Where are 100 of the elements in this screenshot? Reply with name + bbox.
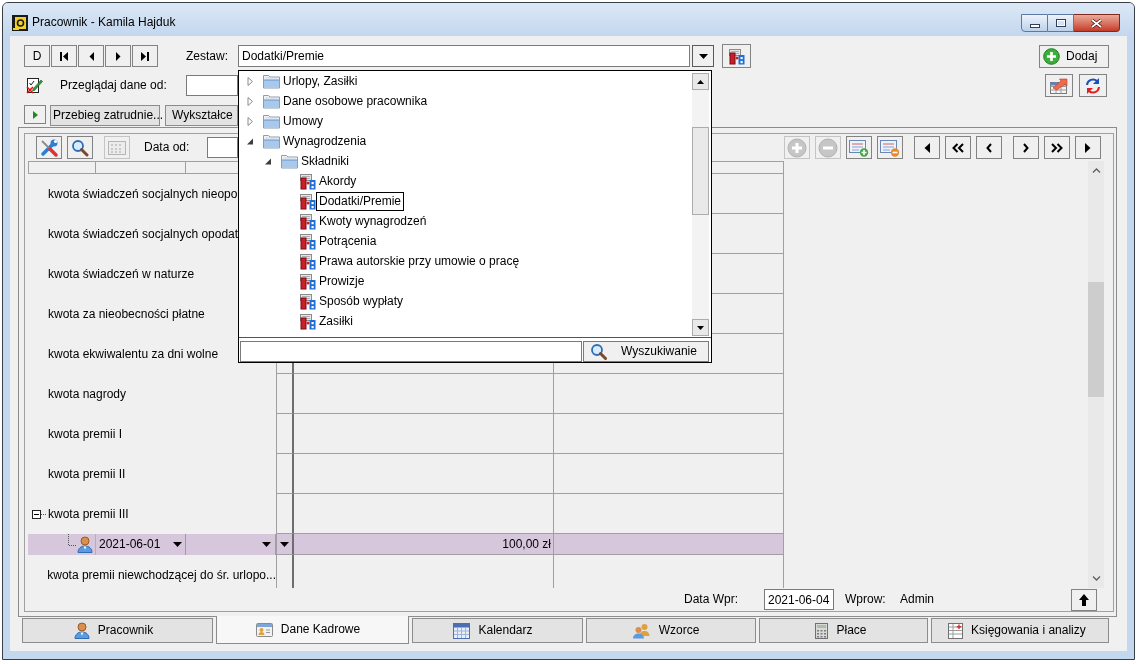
first-page-button[interactable] [914,136,940,159]
row-label: kwota za nieobecności płatne [48,306,205,322]
bottom-tab[interactable]: Kalendarz [412,618,583,643]
date-field[interactable] [207,137,238,158]
set-button[interactable] [722,44,751,68]
play-button[interactable] [24,105,46,124]
row-label: kwota premii I [48,426,123,442]
blocks-icon [728,47,745,65]
maximize-button[interactable] [1048,14,1074,32]
grid-row[interactable]: 2021-06-01 100,00 zł [28,534,784,555]
close-button[interactable] [1074,14,1120,32]
add-row-button[interactable] [846,136,872,159]
blocks-icon [299,292,316,310]
id-card-icon [255,621,273,638]
entry-date-field[interactable]: 2021-06-04 [764,589,834,610]
tree-item[interactable]: Zasiłki [316,311,356,331]
bottom-tab[interactable]: Dane Kadrowe [216,616,409,644]
caret-down-icon [698,53,708,59]
set-combobox[interactable]: Dodatki/Premie [238,45,690,67]
plus-circle-icon [1043,48,1060,65]
tree-item[interactable]: Urlopy, Zasiłki [280,71,361,91]
calculator-icon [815,622,829,639]
tree-item[interactable]: Akordy [316,171,360,191]
section-tab[interactable]: Wykształce [165,105,238,126]
entry-date-label: Data Wpr: [684,592,738,607]
add-button[interactable]: Dodaj [1039,45,1109,68]
row-label: kwota premii niewchodzącej do śr. urlopo... [47,567,276,583]
mode-button[interactable]: D [24,45,50,67]
scrollbar-thumb[interactable] [692,127,709,215]
browse-from-label: Przeglądaj dane od: [60,77,167,93]
bottom-tab[interactable]: Księgowania i analizy [931,618,1109,643]
remove-row-button[interactable] [877,136,903,159]
minimize-icon [1029,23,1040,28]
set-label: Zestaw: [186,48,228,64]
row-label: kwota świadczeń w naturze [48,266,195,282]
caret-down-icon [173,542,182,547]
scrollbar-thumb[interactable] [1088,282,1104,397]
triangle-left-icon [88,51,94,61]
double-chevron-right-icon [1051,142,1063,153]
tree-item[interactable]: Dane osobowe pracownika [280,91,431,111]
tree-item[interactable]: Kwoty wynagrodzeń [316,211,430,231]
ledger-icon [948,622,963,639]
first-record-button[interactable] [51,45,77,67]
triangle-up-icon [697,79,704,84]
dropdown-button[interactable] [692,45,714,67]
minimize-button[interactable] [1021,14,1048,32]
tree-item[interactable]: Sposób wypłaty [316,291,407,311]
fast-forward-button[interactable] [1044,136,1070,159]
previous-record-button[interactable] [78,45,104,67]
scroll-top-button[interactable] [1071,588,1097,611]
last-record-button[interactable] [132,45,158,67]
blocks-icon [299,192,316,210]
blocks-icon [299,272,316,290]
scrollbar[interactable] [692,73,709,336]
tree-connector-icon [68,534,76,546]
tree-item[interactable]: Prawa autorskie przy umowie o pracę [316,251,523,271]
tree-expander-icon[interactable] [247,136,254,146]
date-field[interactable] [186,74,238,96]
entered-by-label: Wprow: [845,592,886,607]
tree-item[interactable]: Dodatki/Premie [316,191,405,211]
back-button[interactable] [976,136,1002,159]
search-button[interactable]: Wyszukiwanie [583,341,709,362]
window-title: Pracownik - Kamila Hajduk [32,15,176,30]
entered-by-value: Admin [900,592,934,607]
scrollbar[interactable] [1088,161,1104,588]
column-header [28,161,96,174]
collapse-box-icon[interactable] [32,509,47,519]
triangle-right-icon [115,51,121,61]
row-label: kwota premii II [48,466,126,482]
bottom-tab[interactable]: Pracownik [22,618,213,643]
tree-item[interactable]: Umowy [280,111,326,131]
next-record-button[interactable] [105,45,131,67]
row-label: kwota ekwiwalentu za dni wolne [48,346,219,362]
tree-item[interactable]: Składniki [298,151,353,171]
triangle-right-icon [1085,142,1091,153]
tree-item[interactable]: Prowizje [316,271,368,291]
search-field[interactable] [240,341,582,362]
person-icon [73,622,90,639]
tools-button[interactable] [36,136,62,159]
section-tab[interactable]: Przebieg zatrudnie... [50,105,160,126]
fast-back-button[interactable] [945,136,971,159]
date-from-label: Data od: [144,140,190,155]
tree-expander-icon[interactable] [265,156,272,166]
close-icon [1091,18,1102,28]
table-cell [276,374,294,414]
last-page-button[interactable] [1075,136,1101,159]
bottom-tab[interactable]: Wzorce [586,618,756,643]
tree-item[interactable]: Potrącenia [316,231,380,251]
plus-circle-icon [787,137,807,158]
person-icon [77,536,93,553]
tree-item[interactable]: Wynagrodzenia [280,131,370,151]
triangle-left-icon [924,142,930,153]
bottom-tab[interactable]: Płace [759,618,928,643]
chevron-left-icon [986,142,992,153]
search-button[interactable] [67,136,93,159]
refresh-button[interactable] [1079,74,1107,97]
export-button[interactable] [1045,74,1073,97]
date-text: 2021-06-01 [99,537,161,552]
document-edit-icon [26,76,43,94]
forward-button[interactable] [1013,136,1039,159]
